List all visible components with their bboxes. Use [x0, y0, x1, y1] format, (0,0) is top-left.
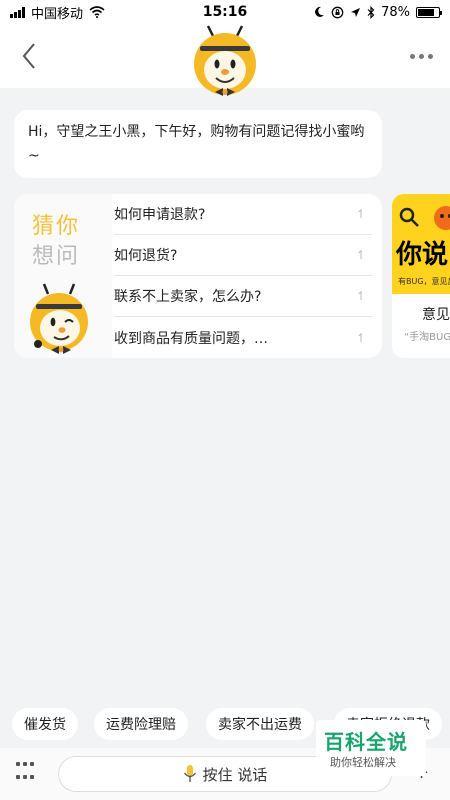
faq-item[interactable]: 联系不上卖家，怎么办? ↿ — [114, 276, 372, 317]
promo-image-sub: 有BUG，意见反 — [398, 277, 450, 286]
orange-mascot-icon — [434, 206, 450, 230]
carrier-label: 中国移动 — [31, 6, 84, 22]
lock-rotation-icon — [331, 6, 344, 18]
greeting-bubble: Hi，守望之王小黑，下午好，购物有问题记得找小蜜哟~ — [14, 110, 382, 178]
moon-icon — [315, 6, 325, 17]
faq-header: 猜你 想问 — [14, 194, 112, 358]
grid-icon — [16, 762, 20, 766]
status-right: 78% — [313, 4, 442, 20]
menu-grid-button[interactable] — [16, 762, 38, 784]
battery-percent: 78% — [381, 4, 410, 20]
chevron-left-icon — [22, 43, 35, 69]
arrow-icon: ↿ — [355, 207, 366, 221]
search-icon — [399, 207, 419, 227]
quick-reply-chip[interactable]: 催发货 — [12, 708, 78, 740]
faq-list: 如何申请退款? ↿ 如何退货? ↿ 联系不上卖家，怎么办? ↿ 收到商品有质量问… — [114, 194, 372, 358]
faq-item[interactable]: 如何退货? ↿ — [114, 235, 372, 276]
more-dots-icon — [409, 53, 415, 59]
wifi-icon — [89, 6, 105, 18]
faq-item[interactable]: 如何申请退款? ↿ — [114, 194, 372, 235]
faq-item-label: 如何退货? — [114, 248, 178, 264]
arrow-icon: ↿ — [355, 289, 366, 303]
chat-area: Hi，守望之王小黑，下午好，购物有问题记得找小蜜哟~ 猜你 想问 如何申请退款?… — [0, 88, 450, 700]
nav-header — [0, 24, 450, 96]
back-button[interactable] — [14, 38, 44, 74]
promo-subtitle: “手淘BUG — [404, 332, 450, 343]
voice-label: 按住 说话 — [202, 765, 268, 784]
status-bar: 中国移动 15:16 78% — [0, 0, 450, 24]
more-button[interactable] — [404, 42, 438, 70]
faq-item[interactable]: 收到商品有质量问题，… ↿ — [114, 317, 372, 358]
bee-wink-icon — [30, 283, 88, 354]
watermark: 百科全说 助你轻松解决 — [316, 720, 426, 776]
watermark-sub: 助你轻松解决 — [330, 756, 396, 769]
watermark-main: 百科全说 — [324, 730, 408, 754]
battery-icon — [416, 6, 442, 18]
quick-reply-chip[interactable]: 运费险理赔 — [94, 708, 188, 740]
feedback-promo-card[interactable]: 你说 有BUG，意见反 意见 “手淘BUG — [392, 194, 450, 358]
faq-title-line1: 猜你 — [32, 214, 81, 239]
quick-reply-chip[interactable]: 卖家不出运费 — [206, 708, 314, 740]
arrow-icon: ↿ — [355, 248, 366, 262]
promo-title: 意见 — [422, 307, 450, 323]
faq-item-label: 联系不上卖家，怎么办? — [114, 289, 262, 305]
arrow-icon: ↿ — [355, 330, 366, 345]
status-left: 中国移动 — [10, 3, 105, 22]
faq-card: 猜你 想问 如何申请退款? ↿ 如何退货? ↿ 联系不上卖家，怎么办? ↿ 收到… — [14, 194, 382, 358]
promo-image: 你说 有BUG，意见反 — [392, 194, 450, 294]
signal-icon — [10, 6, 25, 18]
faq-item-label: 收到商品有质量问题，… — [114, 330, 268, 347]
location-icon — [351, 7, 361, 17]
bluetooth-icon — [367, 5, 375, 19]
promo-image-text: 你说 — [396, 240, 449, 270]
faq-item-label: 如何申请退款? — [114, 207, 206, 223]
faq-title-line2: 想问 — [32, 244, 81, 269]
microphone-icon — [183, 765, 196, 782]
